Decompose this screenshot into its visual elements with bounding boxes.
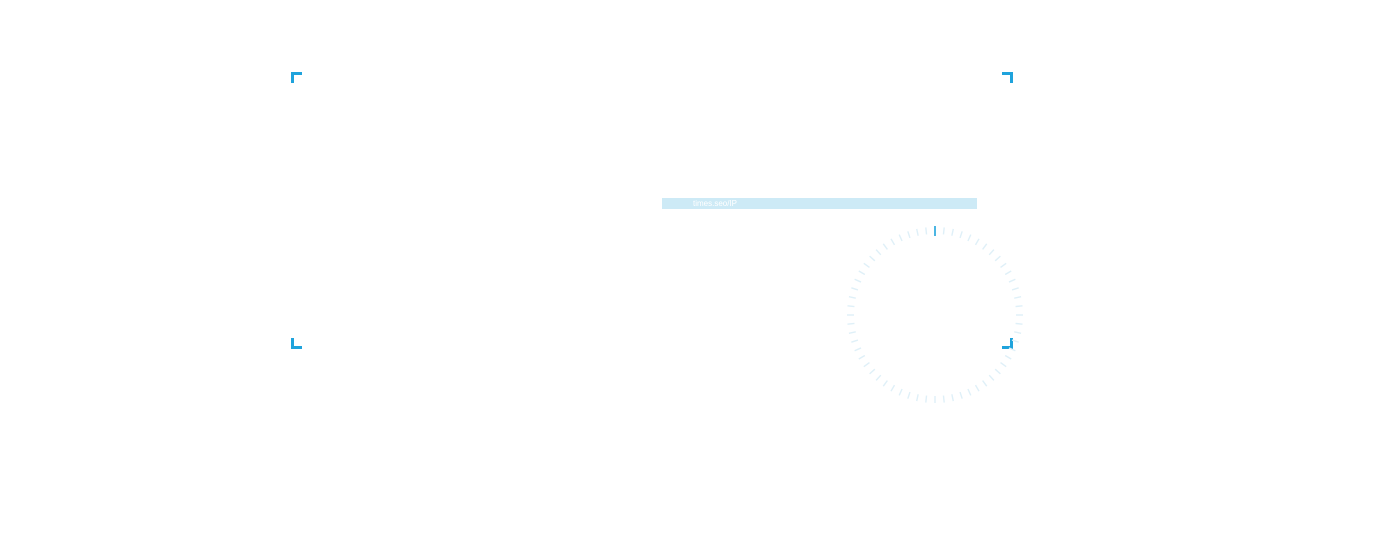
- dial-tick: [1008, 347, 1016, 352]
- corner-bracket-top-left: [291, 72, 302, 83]
- dial-tick: [863, 362, 870, 368]
- dial-tick: [1000, 362, 1007, 368]
- dial-tick: [907, 231, 911, 239]
- dial-tick: [898, 388, 903, 396]
- dial-tick: [851, 339, 859, 343]
- dial-tick: [994, 368, 1001, 375]
- dial-tick: [848, 296, 856, 299]
- dial-tick: [974, 238, 980, 246]
- dial-tick: [1015, 322, 1023, 325]
- dial-tick: [942, 395, 945, 403]
- dial-tick: [890, 384, 896, 392]
- dial-tick: [942, 227, 945, 235]
- dial-tick: [959, 391, 963, 399]
- dial-tick: [994, 255, 1001, 262]
- dial-tick: [925, 227, 928, 235]
- dial-tick: [869, 255, 876, 262]
- dial-tick: [967, 388, 972, 396]
- dial-tick: [858, 270, 866, 276]
- dial-ticks: [847, 226, 1023, 403]
- dial-tick: [1015, 305, 1023, 308]
- dial-tick: [982, 380, 988, 387]
- status-bar: times.seo/IP: [662, 198, 977, 209]
- dial-tick: [858, 354, 866, 360]
- dial-tick: [916, 228, 919, 236]
- dial-tick: [988, 374, 995, 381]
- dial-tick: [875, 249, 882, 256]
- dial-tick: [1014, 331, 1022, 334]
- dial-tick: [959, 231, 963, 239]
- dial-tick: [1011, 287, 1019, 291]
- dial-tick: [869, 368, 876, 375]
- dial-tick: [925, 395, 928, 403]
- dial-tick: [916, 394, 919, 402]
- dial-tick: [1011, 339, 1019, 343]
- dial-tick: [1000, 262, 1007, 268]
- dial-tick: [875, 374, 882, 381]
- dial-tick: [988, 249, 995, 256]
- corner-bracket-bottom-left: [291, 338, 302, 349]
- dial-tick: [854, 347, 862, 352]
- dial-tick: [951, 394, 954, 402]
- dial-tick: [882, 380, 888, 387]
- dial-tick: [1004, 354, 1012, 360]
- dial-tick: [1008, 278, 1016, 283]
- dial-tick: [1004, 270, 1012, 276]
- dial-tick: [847, 322, 855, 325]
- dial-tick: [863, 262, 870, 268]
- dial-tick: [907, 391, 911, 399]
- dial-tick: [951, 228, 954, 236]
- dial-tick: [982, 243, 988, 250]
- loading-screen: times.seo/IP: [0, 0, 1400, 550]
- dial-tick: [848, 331, 856, 334]
- dial-tick: [890, 238, 896, 246]
- corner-bracket-top-right: [1002, 72, 1013, 83]
- loading-dial: [847, 226, 1023, 403]
- dial-tick: [882, 243, 888, 250]
- dial-tick: [967, 234, 972, 242]
- dial-tick: [847, 305, 855, 308]
- status-text: times.seo/IP: [693, 199, 738, 208]
- dial-tick: [854, 278, 862, 283]
- dial-tick: [851, 287, 859, 291]
- dial-tick: [1014, 296, 1022, 299]
- dial-tick: [898, 234, 903, 242]
- dial-tick: [974, 384, 980, 392]
